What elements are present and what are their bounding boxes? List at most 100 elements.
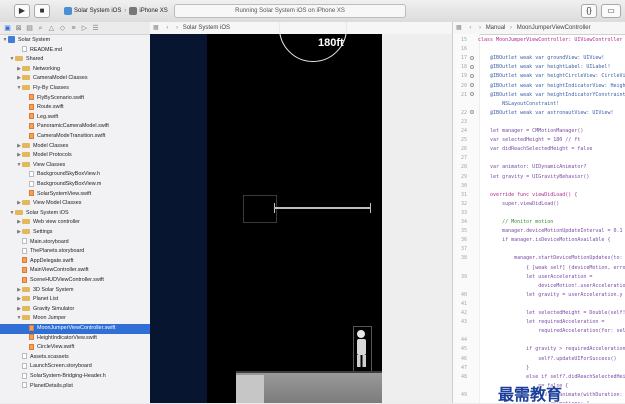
navigator-file[interactable]: HeightIndicatorView.swift <box>0 334 150 344</box>
navigator-file[interactable]: MainViewController.swift <box>0 266 150 276</box>
code-line[interactable]: 35 manager.deviceMotionUpdateInterval = … <box>453 227 625 236</box>
editor-jump-file[interactable]: MoonJumperViewController <box>517 25 591 31</box>
code-line[interactable]: 30 <box>453 182 625 191</box>
navigator-file[interactable]: SolarSystemView.swift <box>0 190 150 200</box>
code-line[interactable]: 41 <box>453 300 625 309</box>
back-icon[interactable]: ‹ <box>469 25 471 31</box>
debug-icon[interactable]: ≡ <box>70 25 77 32</box>
navigator-group[interactable]: ▼ View Classes <box>0 161 150 171</box>
code-line[interactable]: 48 else if self?.didReachSelectedHeight <box>453 373 625 382</box>
stop-button[interactable]: ■ <box>34 4 50 18</box>
outlet-connection-icon[interactable] <box>470 110 474 115</box>
code-line[interactable]: 17 @IBOutlet weak var groundView: UIView… <box>453 54 625 63</box>
navigator-file[interactable]: PanoramicCameraModel.swift <box>0 122 150 132</box>
navigator-group[interactable]: ▶ Settings <box>0 228 150 238</box>
navigator-group[interactable]: ▶ Model Classes <box>0 142 150 152</box>
code-line[interactable]: 43 let requiredAcceleration = <box>453 318 625 327</box>
navigator-file[interactable]: Assets.xcassets <box>0 353 150 363</box>
code-line[interactable]: 21 @IBOutlet weak var heightIndicatorYCo… <box>453 91 625 100</box>
test-icon[interactable]: ◇ <box>59 25 66 32</box>
outlet-connection-icon[interactable] <box>470 83 474 87</box>
navigator-file[interactable]: CircleView.swift <box>0 343 150 353</box>
navigator-file[interactable]: SolarSystem-Bridging-Header.h <box>0 372 150 382</box>
navigator-file[interactable]: README.md <box>0 46 150 56</box>
code-line[interactable]: 28 var animator: UIDynamicAnimator? <box>453 163 625 172</box>
navigator-group[interactable]: ▼ Shared <box>0 55 150 65</box>
code-line[interactable]: 45 if gravity > requiredAcceleration { <box>453 345 625 354</box>
navigator-group[interactable]: ▶ Gravity Simulator <box>0 305 150 315</box>
navigator-group[interactable]: ▶ View Model Classes <box>0 199 150 209</box>
panels-button[interactable]: ▭ <box>601 4 621 18</box>
code-line[interactable]: 33 <box>453 209 625 218</box>
navigator-group[interactable]: ▼ Moon Jumper <box>0 314 150 324</box>
source-control-icon[interactable]: ⊠ <box>15 25 22 32</box>
code-line[interactable]: 47 } <box>453 364 625 373</box>
code-line[interactable]: 42 let selectedHeight = Double(self!.sel… <box>453 309 625 318</box>
folder-icon[interactable]: ▣ <box>4 25 11 32</box>
code-line[interactable]: 16 <box>453 45 625 54</box>
navigator-file[interactable]: BackgroundSkyBoxView.m <box>0 180 150 190</box>
navigator-group[interactable]: ▼ Fly-By Classes <box>0 84 150 94</box>
code-line[interactable]: deviceMotion!.userAcceleration <box>453 282 625 291</box>
navigator-file[interactable]: MoonJumperViewController.swift <box>0 324 150 334</box>
find-icon[interactable]: ⌕ <box>37 25 44 32</box>
scheme-selector[interactable]: Solar System iOS › iPhone XS <box>64 4 168 18</box>
navigator-file[interactable]: AppDelegate.swift <box>0 257 150 267</box>
code-line[interactable]: 20 @IBOutlet weak var heightIndicatorVie… <box>453 82 625 91</box>
navigator-file[interactable]: Leg.swift <box>0 113 150 123</box>
code-line[interactable]: 34 // Monitor motion <box>453 218 625 227</box>
code-line[interactable]: 22 @IBOutlet weak var astronautView: UIV… <box>453 109 625 118</box>
editor-mode-button[interactable]: {} <box>581 4 597 18</box>
navigator-file[interactable]: Main.storyboard <box>0 238 150 248</box>
navigator-group[interactable]: ▶ 3D Solar System <box>0 286 150 296</box>
navigator-group[interactable]: ▶ Model Protocols <box>0 151 150 161</box>
run-button[interactable]: ▶ <box>14 4 30 18</box>
code-line[interactable]: 40 let gravity = userAcceleration.y <box>453 291 625 300</box>
code-line[interactable]: 24 let manager = CMMotionManager() <box>453 127 625 136</box>
code-line[interactable]: 32 super.viewDidLoad() <box>453 200 625 209</box>
navigator-file[interactable]: ▼ Solar System <box>0 36 150 46</box>
outlet-connection-icon[interactable] <box>470 64 474 69</box>
symbol-icon[interactable]: ▤ <box>26 25 33 32</box>
breakpoint-icon[interactable]: ▷ <box>81 25 88 32</box>
code-line[interactable]: 38 manager.startDeviceMotionUpdates(to: … <box>453 254 625 263</box>
code-line[interactable]: requiredAcceleration(for: selectedHeight… <box>453 327 625 336</box>
canvas-jump-label[interactable]: Solar System iOS <box>183 25 230 31</box>
code-line[interactable]: { [weak self] (deviceMotion, error) in <box>453 264 625 273</box>
grid-icon[interactable]: ▦ <box>153 25 159 31</box>
back-icon[interactable]: ‹ <box>166 25 168 31</box>
code-line[interactable]: 46 self?.updateUIForSuccess() <box>453 355 625 364</box>
code-editor[interactable]: ▦ ‹ › Manual › MoonJumperViewController … <box>452 22 625 403</box>
navigator-group[interactable]: ▶ Planet List <box>0 295 150 305</box>
outlet-connection-icon[interactable] <box>470 92 474 97</box>
editor-jump-mode[interactable]: Manual <box>486 25 506 31</box>
height-indicator-view[interactable] <box>275 207 371 209</box>
code-line[interactable]: 44 <box>453 336 625 345</box>
code-line[interactable]: 15 class MoonJumperViewController: UIView… <box>453 36 625 45</box>
navigator-file[interactable]: FlyByScenario.swift <box>0 94 150 104</box>
forward-icon[interactable]: › <box>176 25 178 31</box>
code-line[interactable]: 39 let userAcceleration = <box>453 273 625 282</box>
issue-icon[interactable]: △ <box>48 25 55 32</box>
code-line[interactable]: 36 if manager.isDeviceMotionAvailable { <box>453 236 625 245</box>
code-line[interactable]: 19 @IBOutlet weak var heightCircleView: … <box>453 72 625 81</box>
navigator-group[interactable]: ▶ Web view controller <box>0 218 150 228</box>
code-line[interactable]: 29 let gravity = UIGravityBehavior() <box>453 173 625 182</box>
navigator-file[interactable]: PlanetDetails.plist <box>0 382 150 392</box>
grid-icon[interactable]: ▦ <box>456 25 462 31</box>
navigator-file[interactable]: Route.swift <box>0 103 150 113</box>
report-icon[interactable]: ☰ <box>92 25 99 32</box>
code-line[interactable]: 31 override func viewDidLoad() { <box>453 191 625 200</box>
navigator-file[interactable]: ThePlanets.storyboard <box>0 247 150 257</box>
navigator-group[interactable]: ▶ CameraModel Classes <box>0 74 150 84</box>
code-line[interactable]: 27 <box>453 154 625 163</box>
outlet-connection-icon[interactable] <box>470 73 474 78</box>
navigator-file[interactable]: BackgroundSkyBoxView.h <box>0 170 150 180</box>
navigator-file[interactable]: SceneHUDViewController.swift <box>0 276 150 286</box>
navigator-group[interactable]: ▶ Networking <box>0 65 150 75</box>
code-line[interactable]: 25 var selectedHeight = 180 // ft <box>453 136 625 145</box>
code-line[interactable]: 37 <box>453 245 625 254</box>
navigator-file[interactable]: CameraModeTransition.swift <box>0 132 150 142</box>
navigator-group[interactable]: ▼ Solar System iOS <box>0 209 150 219</box>
outlet-connection-icon[interactable] <box>470 55 474 60</box>
